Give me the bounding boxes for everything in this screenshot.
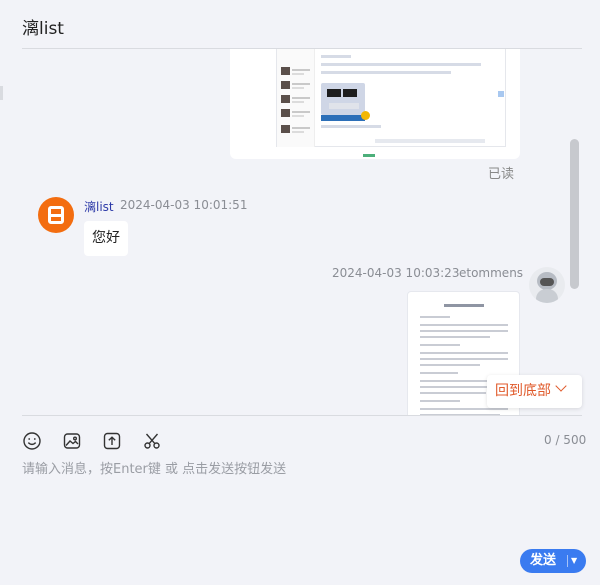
thumbnail-bar	[321, 63, 481, 66]
back-to-bottom-label: 回到底部	[495, 383, 551, 399]
message-list[interactable]: 已读 漓list 2024-04-03 10:01:51 您好 2024-04-…	[0, 49, 600, 415]
thumbnail-tag	[321, 115, 365, 121]
chat-header: 漓list	[0, 0, 600, 48]
read-status: 已读	[488, 167, 515, 182]
thumbnail-bar	[321, 125, 381, 128]
thumbnail-item	[281, 95, 311, 105]
char-counter: 0 / 500	[544, 433, 587, 447]
message-timestamp: 2024-04-03 10:01:51	[120, 198, 248, 212]
message-scrollbar[interactable]	[570, 139, 579, 289]
message-image-screenshot[interactable]	[230, 49, 520, 159]
contact-avatar[interactable]	[38, 197, 74, 233]
back-to-bottom-button[interactable]: 回到底部	[487, 375, 582, 408]
scissors-icon[interactable]	[142, 431, 162, 451]
send-button[interactable]: 发送 ▼	[520, 549, 586, 573]
upload-file-icon[interactable]	[102, 431, 122, 451]
sender-name: 漓list	[84, 200, 114, 214]
thumbnail-sidebar	[277, 49, 315, 147]
emoji-icon[interactable]	[22, 431, 42, 451]
thumbnail-badge	[361, 111, 370, 120]
user-avatar[interactable]	[529, 267, 565, 303]
chat-title: 漓list	[22, 19, 64, 39]
sender-name: etommens	[459, 266, 524, 280]
message-input[interactable]: 请输入消息，按Enter键 或 点击发送按钮发送	[22, 458, 286, 477]
image-icon[interactable]	[62, 431, 82, 451]
send-options-dropdown-icon[interactable]: ▼	[571, 552, 577, 570]
thumbnail-item	[281, 109, 311, 119]
thumbnail-dots	[363, 154, 375, 157]
thumbnail-bar	[321, 55, 351, 58]
chevron-down-icon	[555, 380, 567, 392]
thumbnail-bar	[321, 71, 451, 74]
thumbnail-pager	[375, 139, 485, 143]
screenshot-thumbnail	[276, 49, 506, 147]
composer-divider	[22, 415, 582, 416]
thumbnail-item	[281, 81, 311, 91]
message-bubble: 您好	[84, 221, 128, 256]
thumbnail-marker	[498, 91, 504, 97]
thumbnail-item	[281, 67, 311, 77]
message-timestamp: 2024-04-03 10:03:23	[332, 266, 460, 280]
send-button-separator	[567, 555, 568, 567]
thumbnail-product	[321, 83, 365, 115]
document-title-line	[444, 304, 484, 307]
thumbnail-item	[281, 125, 311, 135]
send-button-label: 发送	[530, 553, 557, 568]
